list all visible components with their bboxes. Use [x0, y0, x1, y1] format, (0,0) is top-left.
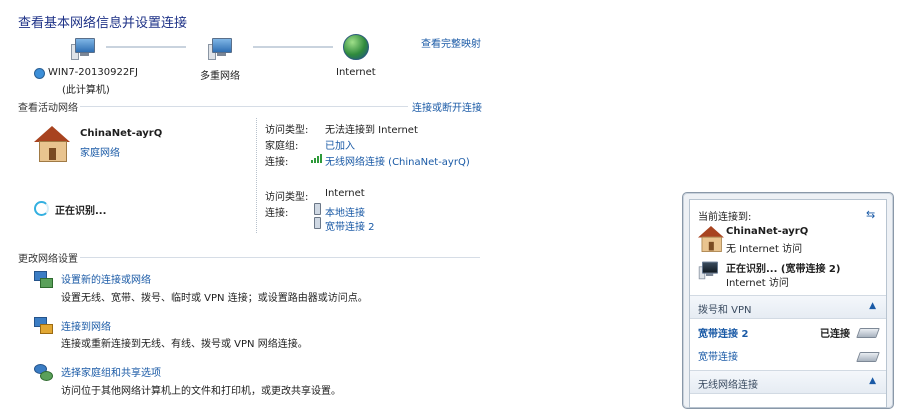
home-network-icon — [34, 126, 70, 162]
plug-icon — [314, 203, 321, 215]
divider-2 — [80, 257, 480, 258]
broadband2-item[interactable]: 宽带连接 2 — [698, 325, 748, 340]
computer-icon — [70, 36, 98, 62]
network-flyout: 当前连接到: ⇆ ChinaNet-ayrQ 无 Internet 访问 正在识… — [682, 192, 894, 409]
network-name: ChinaNet-ayrQ — [80, 128, 163, 139]
map-link-line — [106, 46, 186, 48]
collapse-caret-icon-2[interactable]: ▲ — [869, 376, 876, 386]
dialup-vpn-title: 拨号和 VPN — [698, 305, 752, 316]
internet-globe-icon — [343, 34, 369, 60]
connect-to-network-desc: 连接或重新连接到无线、有线、拨号或 VPN 网络连接。 — [61, 339, 308, 350]
vertical-divider — [256, 118, 258, 233]
broadband-item[interactable]: 宽带连接 — [698, 348, 738, 363]
collapse-caret-icon[interactable]: ▲ — [869, 301, 876, 311]
network-small-icon — [34, 68, 45, 79]
modem-icon — [856, 328, 880, 338]
computer-sub: (此计算机) — [62, 85, 110, 96]
connection-label-2: 连接: — [265, 208, 289, 219]
plug-icon-2 — [314, 217, 321, 229]
wireless-section[interactable]: 无线网络连接 ▲ — [690, 370, 886, 394]
multiple-networks-label: 多重网络 — [200, 71, 240, 82]
page-title: 查看基本网络信息并设置连接 — [18, 16, 188, 31]
identifying-spinner-icon — [34, 201, 49, 216]
flyout-network-name-2: 正在识别... (宽带连接 2) — [726, 264, 841, 275]
connection-label: 连接: — [265, 157, 289, 168]
network-name-2: 正在识别... — [55, 206, 107, 217]
flyout-network-status-2: Internet 访问 — [726, 278, 789, 289]
homegroup-sharing-link[interactable]: 选择家庭组和共享选项 — [61, 364, 161, 379]
wifi-signal-icon — [311, 154, 323, 163]
refresh-icon[interactable]: ⇆ — [866, 208, 878, 221]
flyout-network-status: 无 Internet 访问 — [726, 244, 803, 255]
active-networks-title: 查看活动网络 — [18, 103, 78, 114]
setup-new-connection-desc: 设置无线、宽带、拨号、临时或 VPN 连接；或设置路由器或访问点。 — [61, 293, 368, 304]
network-type-link[interactable]: 家庭网络 — [80, 144, 120, 159]
setup-new-connection-link[interactable]: 设置新的连接或网络 — [61, 271, 151, 286]
modem-icon-2 — [856, 352, 880, 362]
settings-section-title: 更改网络设置 — [18, 254, 78, 265]
divider — [80, 106, 408, 107]
new-connection-icon — [34, 271, 53, 288]
connect-network-icon — [34, 317, 53, 334]
connect-disconnect-link[interactable]: 连接或断开连接 — [412, 99, 482, 114]
internet-label: Internet — [336, 67, 376, 78]
unknown-network-icon — [698, 260, 720, 281]
local-connection-link[interactable]: 本地连接 — [325, 204, 365, 219]
map-link-line-2 — [253, 46, 333, 48]
dialup-vpn-section[interactable]: 拨号和 VPN ▲ — [690, 295, 886, 319]
flyout-network-name: ChinaNet-ayrQ — [726, 226, 809, 237]
full-map-link[interactable]: 查看完整映射 — [421, 35, 481, 50]
wireless-connection-link[interactable]: 无线网络连接 (ChinaNet-ayrQ) — [325, 153, 470, 168]
home-network-icon-small — [698, 226, 724, 252]
homegroup-link[interactable]: 已加入 — [325, 137, 355, 152]
broadband-connection-link[interactable]: 宽带连接 2 — [325, 218, 375, 233]
multiple-networks-icon — [207, 36, 235, 62]
access-type-value: 无法连接到 Internet — [325, 125, 418, 136]
computer-name: WIN7-20130922FJ — [48, 67, 138, 78]
homegroup-label: 家庭组: — [265, 141, 299, 152]
homegroup-sharing-icon — [34, 364, 53, 381]
access-type-label-2: 访问类型: — [265, 192, 309, 203]
current-connection-label: 当前连接到: — [698, 212, 752, 223]
homegroup-sharing-desc: 访问位于其他网络计算机上的文件和打印机，或更改共享设置。 — [61, 386, 341, 397]
wireless-section-title: 无线网络连接 — [698, 380, 758, 391]
access-type-label: 访问类型: — [265, 125, 309, 136]
access-type-value-2: Internet — [325, 188, 365, 199]
broadband2-status: 已连接 — [820, 329, 850, 340]
connect-to-network-link[interactable]: 连接到网络 — [61, 318, 111, 333]
